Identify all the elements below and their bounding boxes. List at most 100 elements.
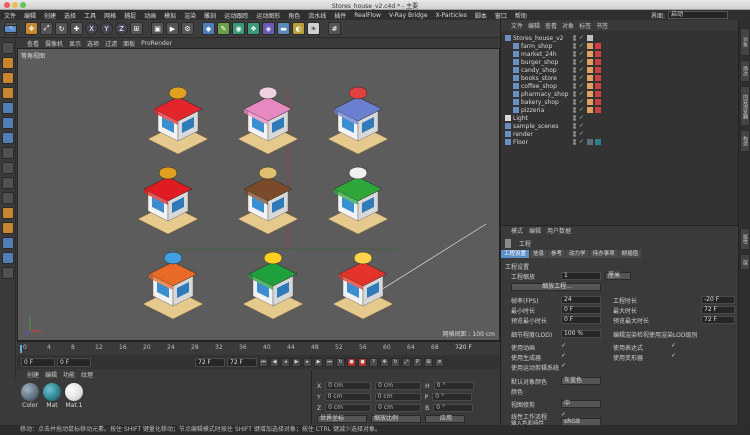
render-visibility-dot[interactable]: [573, 142, 576, 145]
camera-icon[interactable]: ◐: [292, 22, 305, 35]
material-tag-icon[interactable]: [595, 67, 601, 73]
menu-simulate[interactable]: 模拟: [160, 11, 180, 20]
floor-icon[interactable]: ▬: [277, 22, 290, 35]
pla-key-icon[interactable]: ⊞: [424, 357, 433, 367]
recent-tools-icon[interactable]: ✚: [70, 22, 83, 35]
rotation-key-icon[interactable]: ↻: [391, 357, 400, 367]
object-menu-edit[interactable]: 编辑: [528, 21, 540, 30]
lock-workplane-icon[interactable]: [1, 207, 14, 219]
tweak-mode-icon[interactable]: [1, 162, 14, 174]
attr-menu-mode[interactable]: 模式: [511, 226, 523, 235]
tab-project-settings[interactable]: 工程设置: [501, 250, 530, 258]
subdivision-icon[interactable]: ◉: [232, 22, 245, 35]
viewport-solo-icon[interactable]: [1, 252, 14, 264]
object-item[interactable]: Floor ✓: [501, 138, 739, 146]
use-generators-checkbox[interactable]: ✓: [561, 353, 567, 359]
render-picture-viewer-icon[interactable]: ▶: [166, 22, 179, 35]
y-axis-button[interactable]: Y: [100, 22, 113, 35]
position-x-field[interactable]: 0 cm: [325, 382, 372, 390]
keyframe-selection-icon[interactable]: ?: [369, 357, 378, 367]
render-visibility-dot[interactable]: [573, 118, 576, 121]
solo-icon[interactable]: [1, 192, 14, 204]
side-tab-attributes[interactable]: 属性: [740, 228, 750, 250]
attr-menu-userdata[interactable]: 用户数据: [547, 226, 571, 235]
material-tag-icon[interactable]: [595, 99, 601, 105]
preview-min-field[interactable]: 0 F: [561, 316, 601, 324]
apply-button[interactable]: 应用: [425, 415, 465, 423]
render-view-icon[interactable]: ▣: [151, 22, 164, 35]
model-mode-icon[interactable]: [1, 57, 14, 69]
material-tag-icon[interactable]: [595, 91, 601, 97]
material-tag-icon[interactable]: [587, 43, 593, 49]
material-tag-icon[interactable]: [595, 51, 601, 57]
coordinate-system-icon[interactable]: ⊞: [130, 22, 143, 35]
fps-field[interactable]: 24: [561, 296, 601, 304]
project-scale-unit-dropdown[interactable]: 厘米: [605, 272, 631, 280]
enabled-check-icon[interactable]: ✓: [579, 58, 584, 65]
material-tag-icon[interactable]: [587, 83, 593, 89]
object-child[interactable]: burger_shop ✓: [501, 58, 739, 66]
material-tag-icon[interactable]: [595, 139, 601, 145]
object-child[interactable]: pharmacy_shop ✓: [501, 90, 739, 98]
object-root[interactable]: Stores_house_v2 ✓: [501, 34, 739, 42]
menu-window[interactable]: 窗口: [491, 11, 511, 20]
menu-motion-tracking[interactable]: 运动跟踪: [220, 11, 252, 20]
material-tag-icon[interactable]: [587, 75, 593, 81]
menu-help[interactable]: 帮助: [511, 11, 531, 20]
use-motion-checkbox[interactable]: ✓: [561, 363, 567, 369]
scale-key-icon[interactable]: ⤢: [402, 357, 411, 367]
material-tag-icon[interactable]: [587, 91, 593, 97]
enabled-check-icon[interactable]: ✓: [579, 114, 584, 121]
menu-character[interactable]: 角色: [284, 11, 304, 20]
use-expression-checkbox[interactable]: ✓: [671, 343, 677, 349]
position-z-field[interactable]: 0 cm: [325, 404, 372, 412]
menu-file[interactable]: 文件: [0, 11, 20, 20]
use-animation-checkbox[interactable]: ✓: [561, 343, 567, 349]
material-tag-icon[interactable]: [587, 67, 593, 73]
enabled-check-icon[interactable]: ✓: [579, 74, 584, 81]
enabled-check-icon[interactable]: ✓: [579, 90, 584, 97]
material-menu-create[interactable]: 创建: [27, 370, 39, 379]
material-tag-icon[interactable]: [587, 107, 593, 113]
viewport-menu-cameras[interactable]: 摄像机: [45, 39, 63, 48]
play-icon[interactable]: ▶: [292, 357, 301, 367]
enabled-check-icon[interactable]: ✓: [579, 138, 584, 145]
viewport-menu-options[interactable]: 选项: [87, 39, 99, 48]
autokey-icon[interactable]: ●: [358, 357, 367, 367]
object-item[interactable]: Light ✓: [501, 114, 739, 122]
go-to-start-icon[interactable]: ⏮: [259, 357, 268, 367]
timeline-window-icon[interactable]: ≡: [435, 357, 444, 367]
record-icon[interactable]: ●: [347, 357, 356, 367]
preview-max-field[interactable]: 72 F: [701, 316, 735, 324]
object-menu-objects[interactable]: 对象: [562, 21, 574, 30]
menu-script[interactable]: 脚本: [471, 11, 491, 20]
object-child[interactable]: coffee_shop ✓: [501, 82, 739, 90]
menu-animate[interactable]: 动画: [140, 11, 160, 20]
object-child[interactable]: bakery_shop ✓: [501, 98, 739, 106]
object-child[interactable]: pizzeria ✓: [501, 106, 739, 114]
end-frame-field[interactable]: 72 F: [195, 357, 225, 367]
light-icon[interactable]: ☀: [307, 22, 320, 35]
material-menu-edit[interactable]: 编辑: [45, 370, 57, 379]
param-key-icon[interactable]: P: [413, 357, 422, 367]
scale-project-button[interactable]: 缩放工程...: [511, 283, 601, 291]
move-icon[interactable]: ✥: [25, 22, 38, 35]
menu-vray-bridge[interactable]: V-Ray Bridge: [385, 12, 432, 19]
material-menu-texture[interactable]: 纹理: [81, 370, 93, 379]
tab-interpolation[interactable]: 帧插值: [618, 250, 642, 258]
object-child[interactable]: candy_shop ✓: [501, 66, 739, 74]
rotation-h-field[interactable]: 0 °: [433, 382, 474, 390]
current-frame-field[interactable]: 0 F: [21, 357, 55, 367]
menu-x-particles[interactable]: X-Particles: [432, 12, 471, 19]
menu-tools[interactable]: 工具: [80, 11, 100, 20]
3d-viewport[interactable]: 等角视图 网格间距 : 100 cm: [17, 48, 500, 341]
render-visibility-dot[interactable]: [573, 62, 576, 65]
view-clip-dropdown[interactable]: 中: [561, 400, 601, 408]
next-frame-icon[interactable]: ▸: [303, 357, 312, 367]
enabled-check-icon[interactable]: ✓: [579, 34, 584, 41]
object-child[interactable]: farm_shop ✓: [501, 42, 739, 50]
sculpt-icon[interactable]: [1, 267, 14, 279]
project-time-field[interactable]: -20 F: [701, 296, 735, 304]
pen-icon[interactable]: ✎: [217, 22, 230, 35]
go-to-end-icon[interactable]: ⏭: [325, 357, 334, 367]
